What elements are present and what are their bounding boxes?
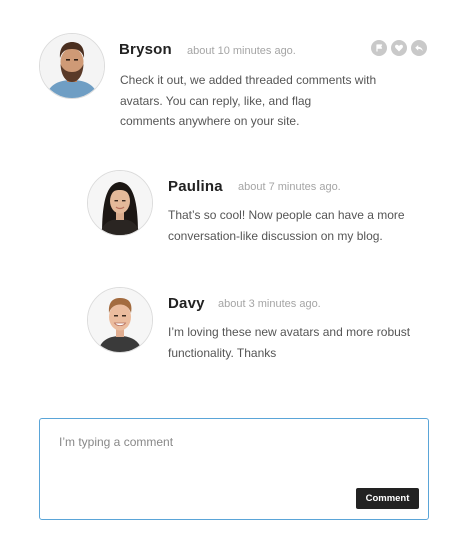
comment-body: I’m loving these new avatars and more ro… — [168, 322, 438, 363]
comment-paulina: Paulina about 7 minutes ago. That’s so c… — [0, 140, 468, 260]
comment-body-line: avatars. You can reply, like, and flag — [120, 93, 312, 108]
comment-composer: Comment — [39, 418, 429, 520]
comment-body-line: comments anywhere on your site. — [120, 114, 300, 128]
comment-body-line: I’m loving these new avatars and more ro… — [168, 325, 411, 339]
comment-bryson: Bryson about 10 minutes ago. Check it ou… — [0, 0, 468, 140]
flag-icon[interactable] — [371, 40, 387, 56]
avatar[interactable] — [39, 33, 105, 99]
comment-author: Davy — [168, 295, 205, 312]
heart-icon[interactable] — [391, 40, 407, 56]
avatar-paulina-image — [88, 171, 152, 235]
avatar[interactable] — [87, 170, 153, 236]
reply-icon[interactable] — [411, 40, 427, 56]
comment-actions — [371, 40, 427, 56]
comment-body-line: Check it out, we added threaded comments… — [120, 73, 377, 87]
avatar-davy-image — [88, 288, 152, 352]
comment-timestamp: about 10 minutes ago. — [187, 45, 296, 57]
comment-body: Check it out, we added threaded comments… — [120, 70, 420, 132]
comment-author: Paulina — [168, 178, 223, 195]
avatar[interactable] — [87, 287, 153, 353]
comment-body-line: conversation-like discussion on my blog. — [168, 228, 383, 243]
comment-submit-button[interactable]: Comment — [356, 488, 419, 509]
comment-body-line: That’s so cool! Now people can have a mo… — [168, 208, 405, 222]
comment-author: Bryson — [119, 41, 172, 58]
avatar-bryson-image — [40, 34, 104, 98]
comment-body-line: functionality. Thanks — [168, 345, 277, 360]
comment-body: That’s so cool! Now people can have a mo… — [168, 205, 438, 246]
comment-davy: Davy about 3 minutes ago. I’m loving the… — [0, 260, 468, 370]
comment-timestamp: about 3 minutes ago. — [218, 298, 321, 310]
comment-timestamp: about 7 minutes ago. — [238, 181, 341, 193]
